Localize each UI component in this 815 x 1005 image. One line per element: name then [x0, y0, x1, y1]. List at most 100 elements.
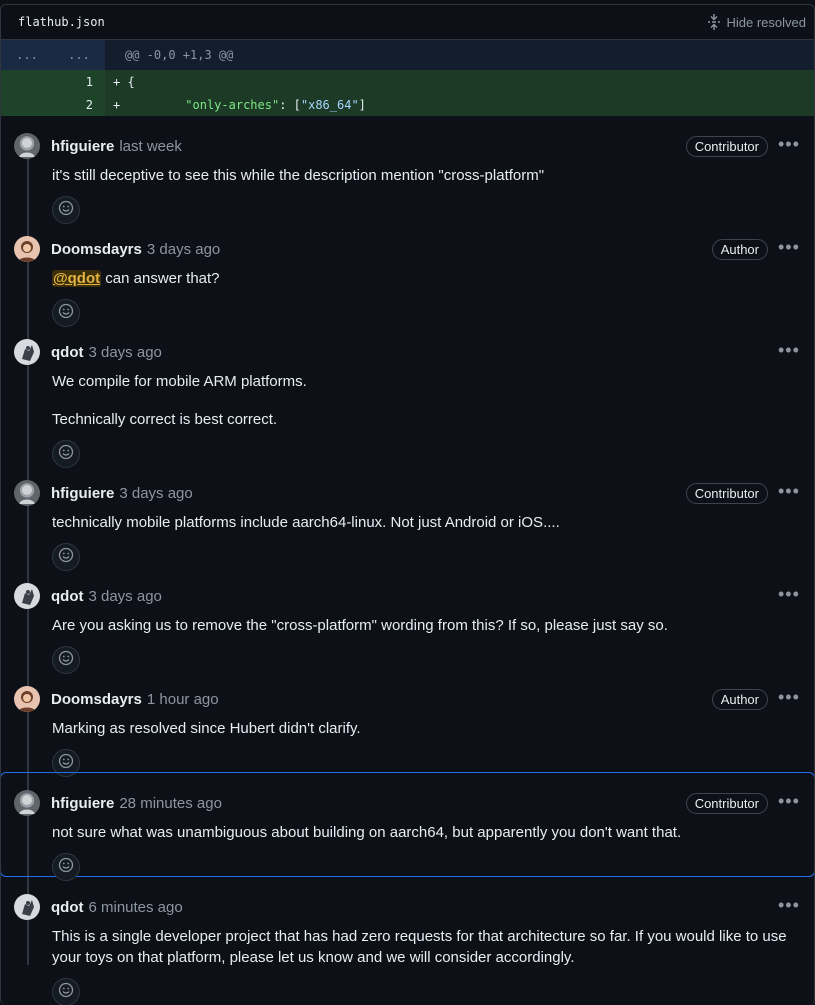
- comment-text: @qdot can answer that?: [52, 268, 794, 289]
- hfiguiere-avatar[interactable]: [14, 133, 40, 159]
- kebab-horizontal-icon[interactable]: •••: [778, 481, 814, 502]
- comment-header: Doomsdayrs 1 hour ago Author •••: [1, 686, 814, 712]
- hide-resolved-button[interactable]: Hide resolved: [707, 14, 807, 30]
- smiley-icon: [58, 753, 74, 774]
- comment-text: This is a single developer project that …: [52, 928, 787, 966]
- comment: qdot 6 minutes ago ••• This is a single …: [1, 877, 814, 1005]
- comment-body: We compile for mobile ARM platforms. Tech…: [1, 371, 814, 430]
- comment-body: This is a single developer project that …: [1, 926, 814, 968]
- comment: Doomsdayrs 1 hour ago Author ••• Marking…: [1, 669, 814, 777]
- comment: hfiguiere 28 minutes ago Contributor •••…: [1, 772, 814, 881]
- comment-timestamp[interactable]: 3 days ago: [147, 241, 220, 258]
- comment-author[interactable]: hfiguiere: [51, 795, 114, 812]
- new-line-number[interactable]: 2: [53, 93, 105, 116]
- comment-text: Marking as resolved since Hubert didn't …: [52, 720, 361, 737]
- comment-timestamp[interactable]: 6 minutes ago: [88, 899, 182, 916]
- comment-text-part: can answer that?: [101, 270, 220, 287]
- comment-body: not sure what was unambiguous about buil…: [1, 822, 814, 843]
- comment-body: it's still deceptive to see this while t…: [1, 165, 814, 186]
- comment-header: qdot 3 days ago •••: [1, 339, 814, 365]
- comment-author[interactable]: qdot: [51, 588, 83, 605]
- comment-header: qdot 3 days ago •••: [1, 583, 814, 609]
- unfold-icon: [707, 14, 721, 30]
- smiley-icon: [58, 547, 74, 568]
- comment: qdot 3 days ago ••• Are you asking us to…: [1, 566, 814, 674]
- qdot-avatar[interactable]: [14, 339, 40, 365]
- smiley-icon: [58, 444, 74, 465]
- new-line-number[interactable]: 1: [53, 70, 105, 93]
- comment-body: technically mobile platforms include aar…: [1, 512, 814, 533]
- comment-text: it's still deceptive to see this while t…: [52, 167, 545, 184]
- role-badge: Author: [711, 238, 768, 260]
- comment-header: hfiguiere 3 days ago Contributor •••: [1, 480, 814, 506]
- json-punct: : [: [279, 97, 301, 112]
- diff-line: 1 + {: [1, 70, 814, 93]
- comment-text: technically mobile platforms include aar…: [52, 514, 560, 531]
- add-reaction-button[interactable]: [52, 978, 80, 1005]
- comment: hfiguiere last week Contributor ••• it's…: [1, 116, 814, 224]
- smiley-icon: [58, 857, 74, 878]
- comment-text: Technically correct is best correct.: [52, 411, 278, 428]
- comment-timestamp[interactable]: 3 days ago: [88, 344, 161, 361]
- hunk-expand-left[interactable]: ...: [1, 40, 53, 70]
- json-value: "x86_64": [300, 97, 359, 112]
- comment-timestamp[interactable]: last week: [119, 138, 182, 155]
- hunk-header: ... ... @@ -0,0 +1,3 @@: [1, 40, 814, 70]
- comment-text: We compile for mobile ARM platforms.: [52, 373, 307, 390]
- kebab-horizontal-icon[interactable]: •••: [778, 134, 814, 155]
- qdot-avatar[interactable]: [14, 583, 40, 609]
- smiley-icon: [58, 200, 74, 221]
- comment-thread: hfiguiere last week Contributor ••• it's…: [1, 116, 814, 1005]
- file-header: flathub.json Hide resolved: [1, 5, 814, 40]
- kebab-horizontal-icon[interactable]: •••: [778, 895, 814, 916]
- comment: qdot 3 days ago ••• We compile for mobil…: [1, 322, 814, 468]
- comment-header: hfiguiere last week Contributor •••: [1, 133, 814, 159]
- doomsdayrs-avatar[interactable]: [14, 236, 40, 262]
- comment-timestamp[interactable]: 1 hour ago: [147, 691, 219, 708]
- smiley-icon: [58, 650, 74, 671]
- file-name[interactable]: flathub.json: [18, 15, 105, 29]
- comment-author[interactable]: hfiguiere: [51, 485, 114, 502]
- hfiguiere-avatar[interactable]: [14, 480, 40, 506]
- avatar-icon: [19, 485, 35, 504]
- comment-author[interactable]: Doomsdayrs: [51, 691, 142, 708]
- avatar-icon: [18, 691, 36, 712]
- avatar-icon: [22, 589, 34, 605]
- comment-author[interactable]: Doomsdayrs: [51, 241, 142, 258]
- mention-link[interactable]: @qdot: [52, 270, 102, 287]
- comment-timestamp[interactable]: 3 days ago: [88, 588, 161, 605]
- comment-author[interactable]: hfiguiere: [51, 138, 114, 155]
- kebab-horizontal-icon[interactable]: •••: [778, 791, 814, 812]
- hunk-text: @@ -0,0 +1,3 @@: [125, 48, 234, 62]
- comment-text: Are you asking us to remove the "cross-p…: [52, 617, 668, 634]
- diff-line: 2 + "only-arches": ["x86_64"]: [1, 93, 814, 116]
- avatar-icon: [18, 241, 36, 262]
- kebab-horizontal-icon[interactable]: •••: [778, 584, 814, 605]
- doomsdayrs-avatar[interactable]: [14, 686, 40, 712]
- hunk-expand-right[interactable]: ...: [53, 40, 105, 70]
- comment-timestamp[interactable]: 3 days ago: [119, 485, 192, 502]
- comment-author[interactable]: qdot: [51, 344, 83, 361]
- avatar-icon: [19, 138, 35, 157]
- comment: hfiguiere 3 days ago Contributor ••• tec…: [1, 463, 814, 571]
- kebab-horizontal-icon[interactable]: •••: [778, 687, 814, 708]
- qdot-avatar[interactable]: [14, 894, 40, 920]
- comment-author[interactable]: qdot: [51, 899, 83, 916]
- kebab-horizontal-icon[interactable]: •••: [778, 237, 814, 258]
- smiley-icon: [58, 303, 74, 324]
- hide-resolved-label: Hide resolved: [726, 14, 807, 30]
- kebab-horizontal-icon[interactable]: •••: [778, 340, 814, 361]
- diff-sign: +: [113, 74, 121, 89]
- comment: Doomsdayrs 3 days ago Author ••• @qdot c…: [1, 219, 814, 327]
- hfiguiere-avatar[interactable]: [14, 790, 40, 816]
- diff-view: ... ... @@ -0,0 +1,3 @@ 1 + { 2 + "only-…: [1, 40, 814, 116]
- old-line-number: [1, 93, 53, 116]
- comment-body: Marking as resolved since Hubert didn't …: [1, 718, 814, 739]
- comment-header: Doomsdayrs 3 days ago Author •••: [1, 236, 814, 262]
- comment-header: qdot 6 minutes ago •••: [1, 894, 814, 920]
- comment-timestamp[interactable]: 28 minutes ago: [119, 795, 222, 812]
- role-badge: Author: [711, 688, 768, 710]
- avatar-icon: [19, 795, 35, 814]
- avatar-icon: [22, 900, 34, 916]
- role-badge: Contributor: [685, 792, 768, 814]
